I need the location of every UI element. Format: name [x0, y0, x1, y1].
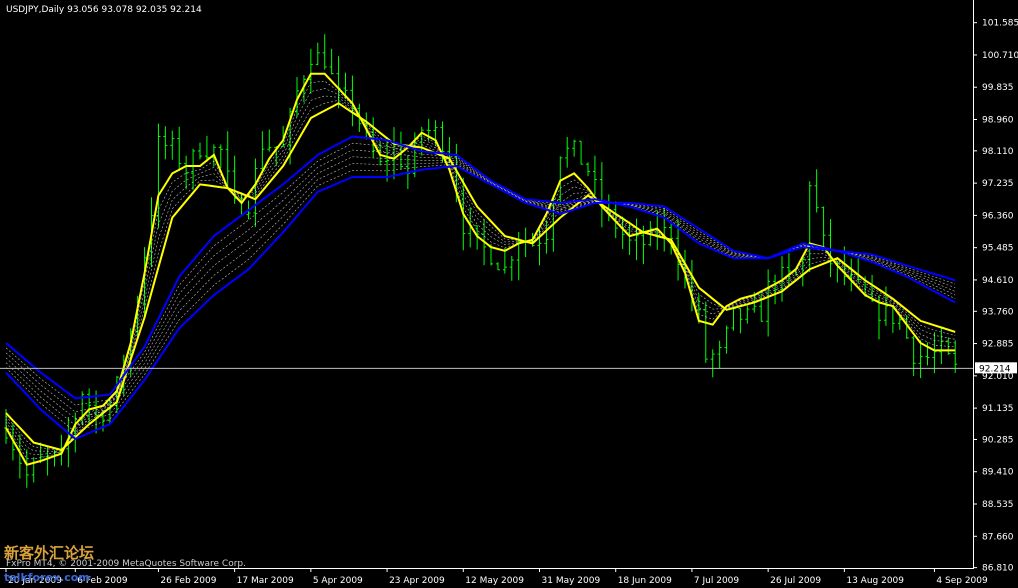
price-tick-label: 91.135 [982, 404, 1014, 414]
price-tick-label: 92.885 [982, 340, 1014, 350]
time-tick-label: 17 Mar 2009 [237, 576, 294, 586]
price-label-text: 92.214 [979, 364, 1011, 374]
time-tick-label: 12 May 2009 [465, 576, 524, 586]
chart-title: USDJPY,Daily 93.056 93.078 92.035 92.214 [6, 5, 202, 15]
watermark-url: talkforex.com [4, 571, 90, 584]
price-label: 92.214 [975, 362, 1017, 374]
price-tick-label: 100.710 [982, 51, 1018, 61]
price-tick-label: 95.485 [982, 244, 1014, 254]
time-tick-label: 26 Feb 2009 [160, 576, 216, 586]
price-tick-label: 99.835 [982, 83, 1014, 93]
price-tick-label: 94.610 [982, 276, 1014, 286]
price-tick-label: 93.760 [982, 307, 1014, 317]
time-tick-label: 26 Jul 2009 [770, 576, 821, 586]
time-tick-label: 23 Apr 2009 [389, 576, 445, 586]
time-tick-label: 5 Apr 2009 [313, 576, 363, 586]
price-tick-label: 89.410 [982, 468, 1014, 478]
price-tick-label: 96.360 [982, 211, 1014, 221]
time-tick-label: 13 Aug 2009 [846, 576, 904, 586]
price-chart: 101.585 100.710 99.835 98.960 98.110 97.235 96… [0, 0, 1018, 588]
price-tick-label: 98.110 [982, 147, 1014, 157]
price-tick-label: 101.585 [982, 19, 1018, 29]
time-tick-label: 4 Sep 2009 [936, 576, 988, 586]
price-tick-label: 86.810 [982, 564, 1014, 574]
price-tick-label: 88.535 [982, 500, 1014, 510]
time-tick-label: 31 May 2009 [542, 576, 601, 586]
price-tick-label: 87.660 [982, 532, 1014, 542]
price-tick-label: 90.285 [982, 435, 1014, 445]
price-tick-label: 98.960 [982, 116, 1014, 126]
price-tick-label: 97.235 [982, 179, 1014, 189]
watermark-logo-text: 新客外汇论坛 [4, 544, 94, 562]
time-tick-label: 18 Jun 2009 [618, 576, 672, 586]
time-tick-label: 7 Jul 2009 [694, 576, 739, 586]
